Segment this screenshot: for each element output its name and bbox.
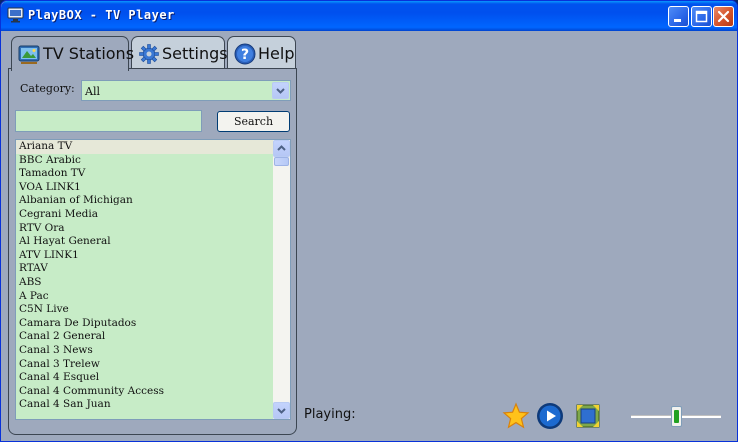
scroll-up-button[interactable] — [273, 140, 290, 157]
station-list-item[interactable]: Canal 3 News — [16, 344, 273, 358]
favorite-button[interactable] — [502, 402, 530, 430]
station-list-item[interactable]: Cegrani Media — [16, 208, 273, 222]
station-list-item[interactable]: Canal 3 Trelew — [16, 358, 273, 372]
tab-help[interactable]: ? Help — [227, 36, 296, 70]
station-list-item[interactable]: Albanian of Michigan — [16, 194, 273, 208]
gear-icon — [139, 44, 159, 64]
tab-label-help: Help — [258, 44, 295, 63]
search-input[interactable] — [15, 110, 202, 132]
minimize-icon — [674, 19, 681, 22]
station-list[interactable]: Ariana TV BBC Arabic Tamadon TV VOA LINK1 Al… — [15, 139, 291, 420]
station-list-item[interactable]: ATV LINK1 — [16, 249, 273, 263]
station-list-item[interactable]: Canal 2 General — [16, 330, 273, 344]
close-icon — [717, 10, 730, 23]
station-list-item[interactable]: Canal 4 Esquel — [16, 371, 273, 385]
volume-slider-thumb[interactable] — [671, 406, 682, 427]
scroll-thumb[interactable] — [274, 157, 289, 166]
tab-tv-stations[interactable]: TV Stations — [11, 36, 134, 71]
station-list-item[interactable]: Al Hayat General — [16, 235, 273, 249]
category-dropdown-button[interactable] — [272, 82, 289, 99]
station-list-items: Ariana TV BBC Arabic Tamadon TV VOA LINK1 Al… — [16, 140, 273, 412]
svg-text:?: ? — [241, 47, 249, 63]
category-select[interactable]: All — [81, 80, 291, 101]
station-list-item[interactable]: RTAV — [16, 262, 273, 276]
close-button[interactable] — [713, 6, 734, 27]
category-label: Category: — [20, 82, 75, 95]
title-bar[interactable]: PlayBOX - TV Player — [1, 1, 737, 31]
playing-status-label: Playing: — [304, 407, 356, 422]
chevron-down-icon — [276, 88, 285, 94]
station-list-item[interactable]: Tamadon TV — [16, 167, 273, 181]
category-selected-value: All — [85, 85, 100, 98]
station-list-item[interactable]: C5N Live — [16, 303, 273, 317]
maximize-icon — [695, 10, 708, 23]
star-icon — [502, 402, 530, 429]
fullscreen-button[interactable] — [574, 402, 602, 430]
tab-label-tv-stations: TV Stations — [43, 44, 135, 63]
station-list-item[interactable]: Camara De Diputados — [16, 317, 273, 331]
station-list-scrollbar[interactable] — [273, 140, 290, 419]
search-button[interactable]: Search — [217, 111, 290, 132]
chevron-down-icon — [277, 408, 286, 414]
window-title: PlayBOX - TV Player — [28, 8, 175, 22]
app-window: PlayBOX - TV Player TV Stations Settings… — [0, 0, 738, 442]
station-list-item[interactable]: Ariana TV — [16, 140, 273, 154]
station-list-item[interactable]: VOA LINK1 — [16, 181, 273, 195]
station-list-item[interactable]: RTV Ora — [16, 222, 273, 236]
station-list-item[interactable]: Canal 4 Community Access — [16, 385, 273, 399]
tv-icon — [18, 45, 40, 64]
app-monitor-icon — [7, 7, 24, 23]
help-icon: ? — [234, 43, 256, 65]
play-icon — [537, 403, 563, 429]
maximize-button[interactable] — [691, 6, 712, 27]
play-button[interactable] — [536, 402, 564, 430]
station-list-item[interactable]: BBC Arabic — [16, 154, 273, 168]
scroll-down-button[interactable] — [273, 402, 290, 419]
station-list-item[interactable]: ABS — [16, 276, 273, 290]
minimize-button[interactable] — [668, 6, 689, 27]
station-list-item[interactable]: Canal 4 San Juan — [16, 398, 273, 412]
fullscreen-icon — [576, 404, 600, 428]
chevron-up-icon — [277, 145, 286, 151]
tab-label-settings: Settings — [162, 44, 228, 63]
station-list-item[interactable]: A Pac — [16, 290, 273, 304]
tab-settings[interactable]: Settings — [131, 36, 228, 70]
